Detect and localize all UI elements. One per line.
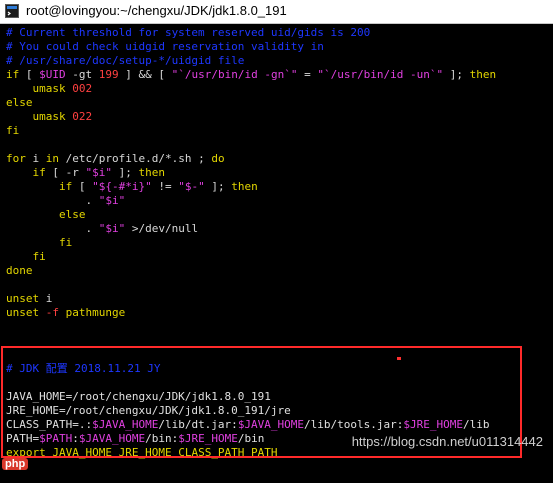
terminal-text-segment: else — [6, 208, 86, 221]
terminal-line: # /usr/share/doc/setup-*/uidgid file — [6, 54, 244, 68]
terminal-text-segment: /etc/profile.d/*.sh ; — [59, 152, 212, 165]
terminal-line: fi — [6, 124, 19, 138]
terminal-text-segment: do — [211, 152, 225, 165]
terminal-text-segment: 022 — [72, 110, 93, 123]
terminal-line: # Current threshold for system reserved … — [6, 26, 370, 40]
terminal-text-segment: for — [6, 152, 26, 165]
terminal-line: else — [6, 96, 33, 110]
terminal-text-segment: -gt — [65, 68, 99, 81]
terminal-text-segment: "$i" — [98, 222, 126, 235]
php-logo-badge: php — [2, 458, 29, 470]
terminal-line: . "$i" — [6, 194, 125, 208]
terminal-line: # You could check uidgid reservation val… — [6, 40, 324, 54]
terminal-text-segment: 002 — [72, 82, 93, 95]
terminal-text-segment: . — [6, 222, 99, 235]
terminal-text-segment: . — [6, 194, 99, 207]
terminal-text-segment: done — [6, 264, 33, 277]
terminal-text-segment: else — [6, 96, 33, 109]
terminal-text-segment: = — [297, 68, 318, 81]
terminal-text-segment: then — [231, 180, 258, 193]
terminal-line: unset -f pathmunge — [6, 306, 125, 320]
csdn-watermark: https://blog.csdn.net/u011314442 — [351, 434, 543, 449]
terminal-text-segment: pathmunge — [59, 306, 126, 319]
terminal-text-segment: in — [45, 152, 59, 165]
terminal-line: for i in /etc/profile.d/*.sh ; do — [6, 152, 225, 166]
terminal-text-segment: fi — [6, 236, 73, 249]
terminal-text-segment: # /usr/share/doc/setup-*/uidgid file — [6, 54, 245, 67]
terminal-text-segment: unset — [6, 306, 40, 319]
terminal-line: fi — [6, 250, 46, 264]
terminal-text-segment: 199 — [98, 68, 119, 81]
terminal-text-segment: ]; — [443, 68, 470, 81]
terminal-line: if [ -r "$i" ]; then — [6, 166, 165, 180]
terminal-text-segment: != — [151, 180, 179, 193]
title-bar[interactable]: root@lovingyou:~/chengxu/JDK/jdk1.8.0_19… — [0, 0, 553, 24]
terminal-text-segment: if — [6, 166, 46, 179]
terminal-text-segment: -f — [39, 306, 59, 319]
terminal-text-segment: if — [6, 180, 73, 193]
terminal-text-segment: "$i" — [85, 166, 113, 179]
terminal-line: fi — [6, 236, 72, 250]
red-marker-dot — [397, 357, 401, 360]
terminal-text-segment: if — [6, 68, 20, 81]
terminal-text-segment: umask — [6, 82, 73, 95]
terminal-line: done — [6, 264, 33, 278]
terminal-text-segment: umask — [6, 110, 73, 123]
window-title: root@lovingyou:~/chengxu/JDK/jdk1.8.0_19… — [26, 3, 287, 18]
terminal-text-segment: [ — [19, 68, 40, 81]
terminal-text-segment: "${-#*i}" — [92, 180, 152, 193]
terminal-line: unset i — [6, 292, 52, 306]
terminal-text-segment: ] && [ — [118, 68, 172, 81]
terminal-text-segment: [ -r — [45, 166, 86, 179]
terminal-text-segment: "`/usr/bin/id -gn`" — [171, 68, 298, 81]
terminal-text-segment: >/dev/null — [125, 222, 199, 235]
terminal-line: if [ $UID -gt 199 ] && [ "`/usr/bin/id -… — [6, 68, 496, 82]
terminal-line: umask 022 — [6, 110, 92, 124]
terminal-text-segment: "$i" — [98, 194, 126, 207]
terminal-app-icon — [5, 4, 19, 18]
terminal-text-segment: i — [39, 292, 53, 305]
terminal-text-segment: # You could check uidgid reservation val… — [6, 40, 324, 53]
terminal-line: if [ "${-#*i}" != "$-" ]; then — [6, 180, 258, 194]
terminal-text-segment: unset — [6, 292, 40, 305]
terminal-text-segment: ]; — [112, 166, 139, 179]
terminal-text-segment: then — [138, 166, 166, 179]
terminal-text-segment: # Current threshold for system reserved … — [6, 26, 371, 39]
terminal-line: else — [6, 208, 86, 222]
terminal-text-segment: fi — [6, 124, 20, 137]
terminal-text-segment: $UID — [39, 68, 66, 81]
terminal-text-segment: ]; — [204, 180, 232, 193]
terminal-text-segment: then — [469, 68, 497, 81]
terminal-text-segment: fi — [6, 250, 46, 263]
terminal-line: . "$i" >/dev/null — [6, 222, 198, 236]
terminal-text-segment: "`/usr/bin/id -un`" — [317, 68, 444, 81]
terminal-line: umask 002 — [6, 82, 92, 96]
terminal-text-segment: [ — [72, 180, 93, 193]
terminal-text-segment: i — [25, 152, 46, 165]
terminal-text-segment: "$-" — [178, 180, 205, 193]
